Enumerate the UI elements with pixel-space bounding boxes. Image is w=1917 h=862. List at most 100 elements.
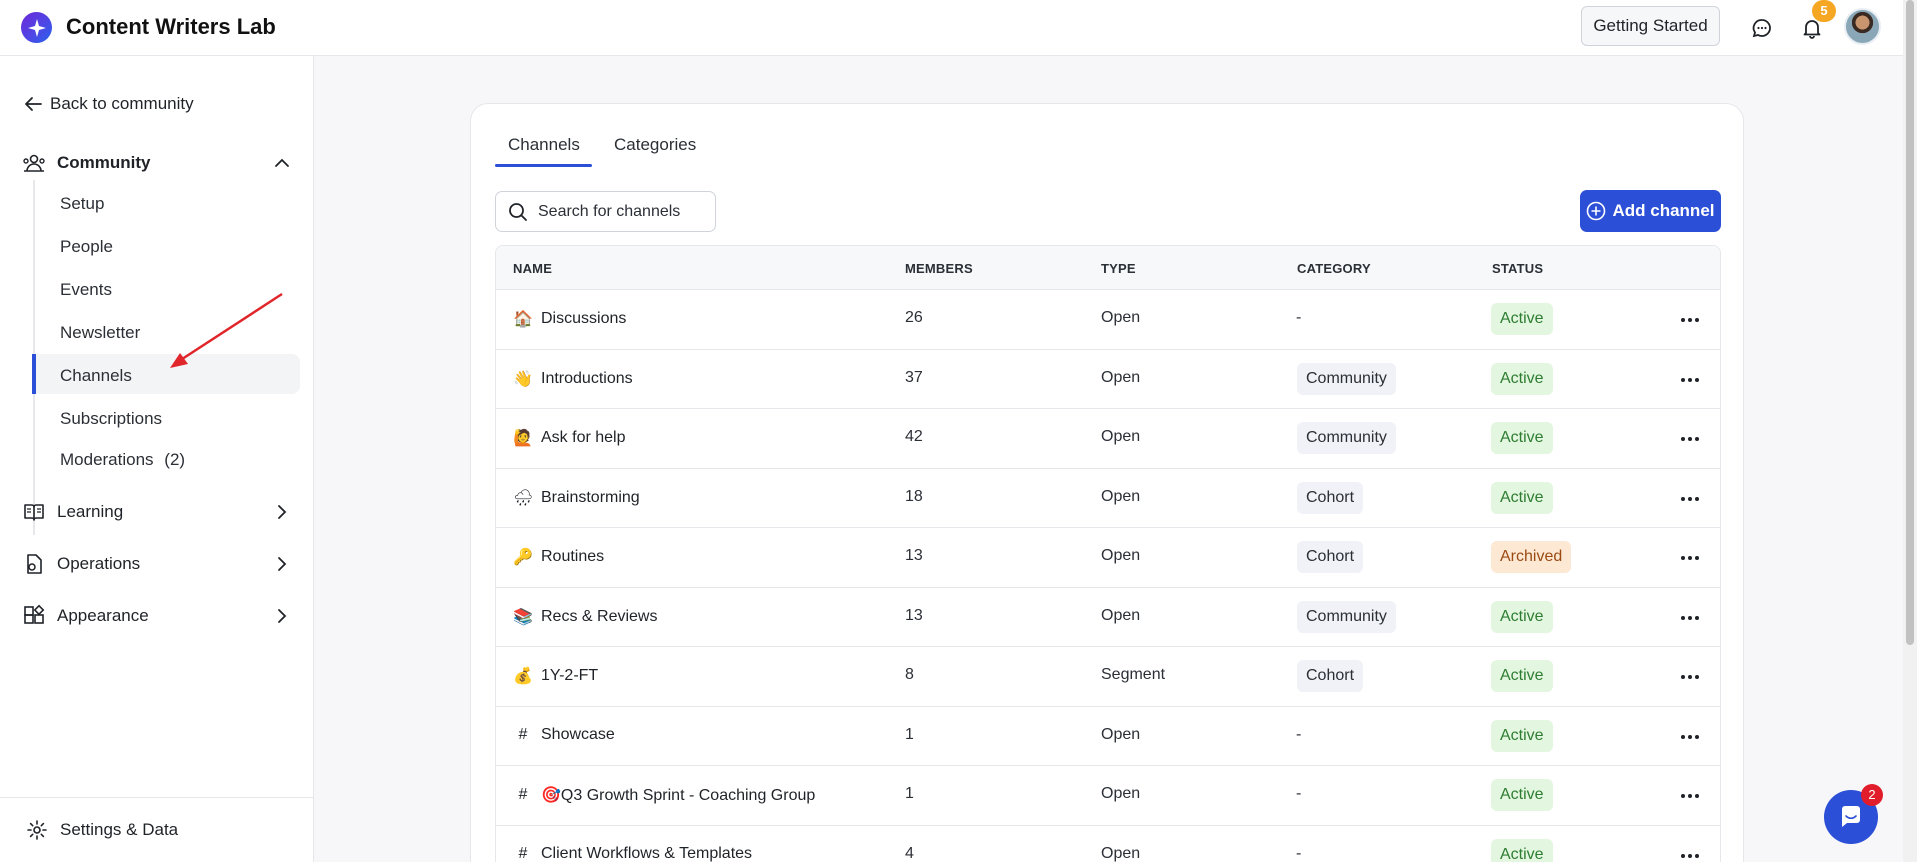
sidebar-item-moderations[interactable]: Moderations (2) bbox=[60, 450, 185, 470]
channel-name[interactable]: Routines bbox=[541, 548, 604, 566]
table-row[interactable]: 💰 1Y-2-FT 8 Segment Cohort Active bbox=[496, 647, 1720, 707]
moderations-count: (2) bbox=[164, 450, 186, 469]
chat-bubble-icon[interactable] bbox=[1748, 14, 1776, 42]
status-badge: Active bbox=[1491, 600, 1553, 633]
status-badge: Active bbox=[1491, 362, 1553, 395]
channel-members: 26 bbox=[905, 309, 923, 326]
sidebar-item-channels[interactable]: Channels bbox=[60, 366, 132, 386]
category-badge: Community bbox=[1297, 422, 1396, 454]
sidebar-section-appearance[interactable]: Appearance bbox=[22, 600, 292, 632]
annotation-arrow-icon bbox=[170, 292, 283, 368]
channel-name[interactable]: Discussions bbox=[541, 310, 626, 328]
channel-type: Segment bbox=[1101, 666, 1166, 683]
channel-name[interactable]: Ask for help bbox=[541, 429, 625, 447]
sidebar: Back to community Community Setup People… bbox=[0, 56, 314, 862]
more-options-icon[interactable] bbox=[1678, 429, 1702, 449]
back-to-community-label: Back to community bbox=[50, 94, 194, 113]
more-options-icon[interactable] bbox=[1678, 310, 1702, 330]
channel-name-cell: 🙋 Ask for help bbox=[513, 428, 625, 448]
channel-type: Open bbox=[1101, 725, 1141, 743]
channel-members: 37 bbox=[905, 368, 923, 386]
search-icon bbox=[509, 202, 527, 221]
category-badge: Cohort bbox=[1297, 660, 1364, 692]
channel-name-cell: 🔑 Routines bbox=[513, 547, 604, 567]
channel-icon: 🙋 bbox=[513, 430, 533, 447]
page-scrollbar-thumb[interactable] bbox=[1906, 0, 1914, 645]
status-badge: Archived bbox=[1491, 541, 1572, 573]
sidebar-section-operations[interactable]: Operations bbox=[22, 548, 292, 580]
table-row[interactable]: 🏠 Discussions 26 Open - Active bbox=[496, 290, 1720, 350]
channel-icon: 👋 bbox=[513, 370, 533, 388]
app-logo-icon[interactable] bbox=[21, 12, 52, 43]
back-to-community-link[interactable]: Back to community bbox=[24, 94, 194, 114]
sidebar-item-events[interactable]: Events bbox=[60, 280, 112, 300]
sidebar-section-community[interactable]: Community bbox=[22, 147, 292, 179]
table-row[interactable]: # Client Workflows & Templates 4 Open - Activ… bbox=[496, 826, 1720, 862]
status-badge: Active bbox=[1491, 719, 1553, 752]
channel-name[interactable]: Showcase bbox=[541, 726, 615, 744]
channel-icon: 🌧 bbox=[513, 489, 534, 507]
channel-name[interactable]: 1Y-2-FT bbox=[541, 667, 598, 685]
status-badge: Active bbox=[1491, 779, 1553, 811]
channel-name[interactable]: Introductions bbox=[541, 370, 633, 388]
channel-members: 42 bbox=[905, 428, 923, 445]
more-options-icon[interactable] bbox=[1678, 608, 1702, 628]
sidebar-item-people[interactable]: People bbox=[60, 237, 113, 257]
table-row[interactable]: 🌧 Brainstorming 18 Open Cohort Active bbox=[496, 469, 1720, 528]
table-row[interactable]: 👋 Introductions 37 Open Community Active bbox=[496, 350, 1720, 409]
channel-category: - bbox=[1296, 725, 1302, 743]
more-options-icon[interactable] bbox=[1678, 727, 1702, 747]
tab-channels[interactable]: Channels bbox=[508, 135, 580, 155]
sidebar-item-subscriptions[interactable]: Subscriptions bbox=[60, 409, 162, 429]
more-options-icon[interactable] bbox=[1678, 370, 1702, 390]
getting-started-button[interactable]: Getting Started bbox=[1581, 6, 1720, 46]
channel-name[interactable]: Client Workflows & Templates bbox=[541, 845, 752, 862]
channel-name[interactable]: Brainstorming bbox=[541, 489, 640, 507]
table-body: 🏠 Discussions 26 Open - Active 👋 Introductions 3… bbox=[496, 290, 1720, 862]
column-header-category[interactable]: CATEGORY bbox=[1297, 261, 1371, 276]
channel-members: 8 bbox=[905, 666, 914, 683]
more-options-icon[interactable] bbox=[1678, 667, 1702, 687]
status-badge: Active bbox=[1491, 838, 1553, 862]
table-row[interactable]: # Showcase 1 Open - Active bbox=[496, 707, 1720, 766]
more-options-icon[interactable] bbox=[1678, 846, 1702, 862]
community-icon bbox=[23, 154, 45, 172]
more-options-icon[interactable] bbox=[1678, 786, 1702, 806]
channel-icon: # bbox=[518, 844, 528, 862]
column-header-members[interactable]: MEMBERS bbox=[905, 261, 973, 276]
channel-name[interactable]: Recs & Reviews bbox=[541, 608, 657, 626]
table-row[interactable]: 📚 Recs & Reviews 13 Open Community Active bbox=[496, 588, 1720, 647]
category-badge: Community bbox=[1297, 600, 1396, 633]
table-row[interactable]: # 🎯Q3 Growth Sprint - Coaching Group 1 Open… bbox=[496, 766, 1720, 826]
user-avatar[interactable] bbox=[1844, 8, 1881, 45]
table-row[interactable]: 🔑 Routines 13 Open Cohort Archived bbox=[496, 528, 1720, 588]
table-row[interactable]: 🙋 Ask for help 42 Open Community Active bbox=[496, 409, 1720, 469]
tab-active-underline bbox=[495, 164, 592, 167]
channel-name-cell: 👋 Introductions bbox=[513, 369, 633, 389]
column-header-status[interactable]: STATUS bbox=[1492, 261, 1543, 276]
top-bar: Content Writers Lab Getting Started 5 bbox=[0, 0, 1917, 56]
more-options-icon[interactable] bbox=[1678, 489, 1702, 509]
channel-name-cell: 🏠 Discussions bbox=[513, 309, 626, 329]
sidebar-section-learning[interactable]: Learning bbox=[22, 496, 292, 528]
sidebar-item-setup[interactable]: Setup bbox=[60, 194, 104, 214]
notification-badge: 5 bbox=[1812, 0, 1836, 22]
channel-name[interactable]: 🎯Q3 Growth Sprint - Coaching Group bbox=[541, 785, 815, 805]
gear-icon bbox=[27, 820, 47, 840]
add-channel-button[interactable]: Add channel bbox=[1580, 190, 1721, 232]
channel-icon: 📚 bbox=[513, 608, 533, 626]
channel-members: 18 bbox=[905, 487, 923, 505]
channel-icon: # bbox=[518, 786, 528, 803]
search-input[interactable] bbox=[538, 202, 708, 221]
sidebar-item-newsletter[interactable]: Newsletter bbox=[60, 323, 140, 343]
channel-name-cell: # Showcase bbox=[513, 726, 615, 744]
channel-category: - bbox=[1296, 785, 1302, 802]
column-header-type[interactable]: TYPE bbox=[1101, 261, 1136, 276]
tab-categories[interactable]: Categories bbox=[614, 135, 696, 155]
column-header-name[interactable]: NAME bbox=[513, 261, 552, 276]
sidebar-section-community-label: Community bbox=[57, 153, 151, 172]
book-icon bbox=[24, 504, 44, 521]
settings-data-link[interactable]: Settings & Data bbox=[26, 819, 178, 841]
channel-type: Open bbox=[1101, 428, 1141, 445]
more-options-icon[interactable] bbox=[1678, 548, 1702, 568]
